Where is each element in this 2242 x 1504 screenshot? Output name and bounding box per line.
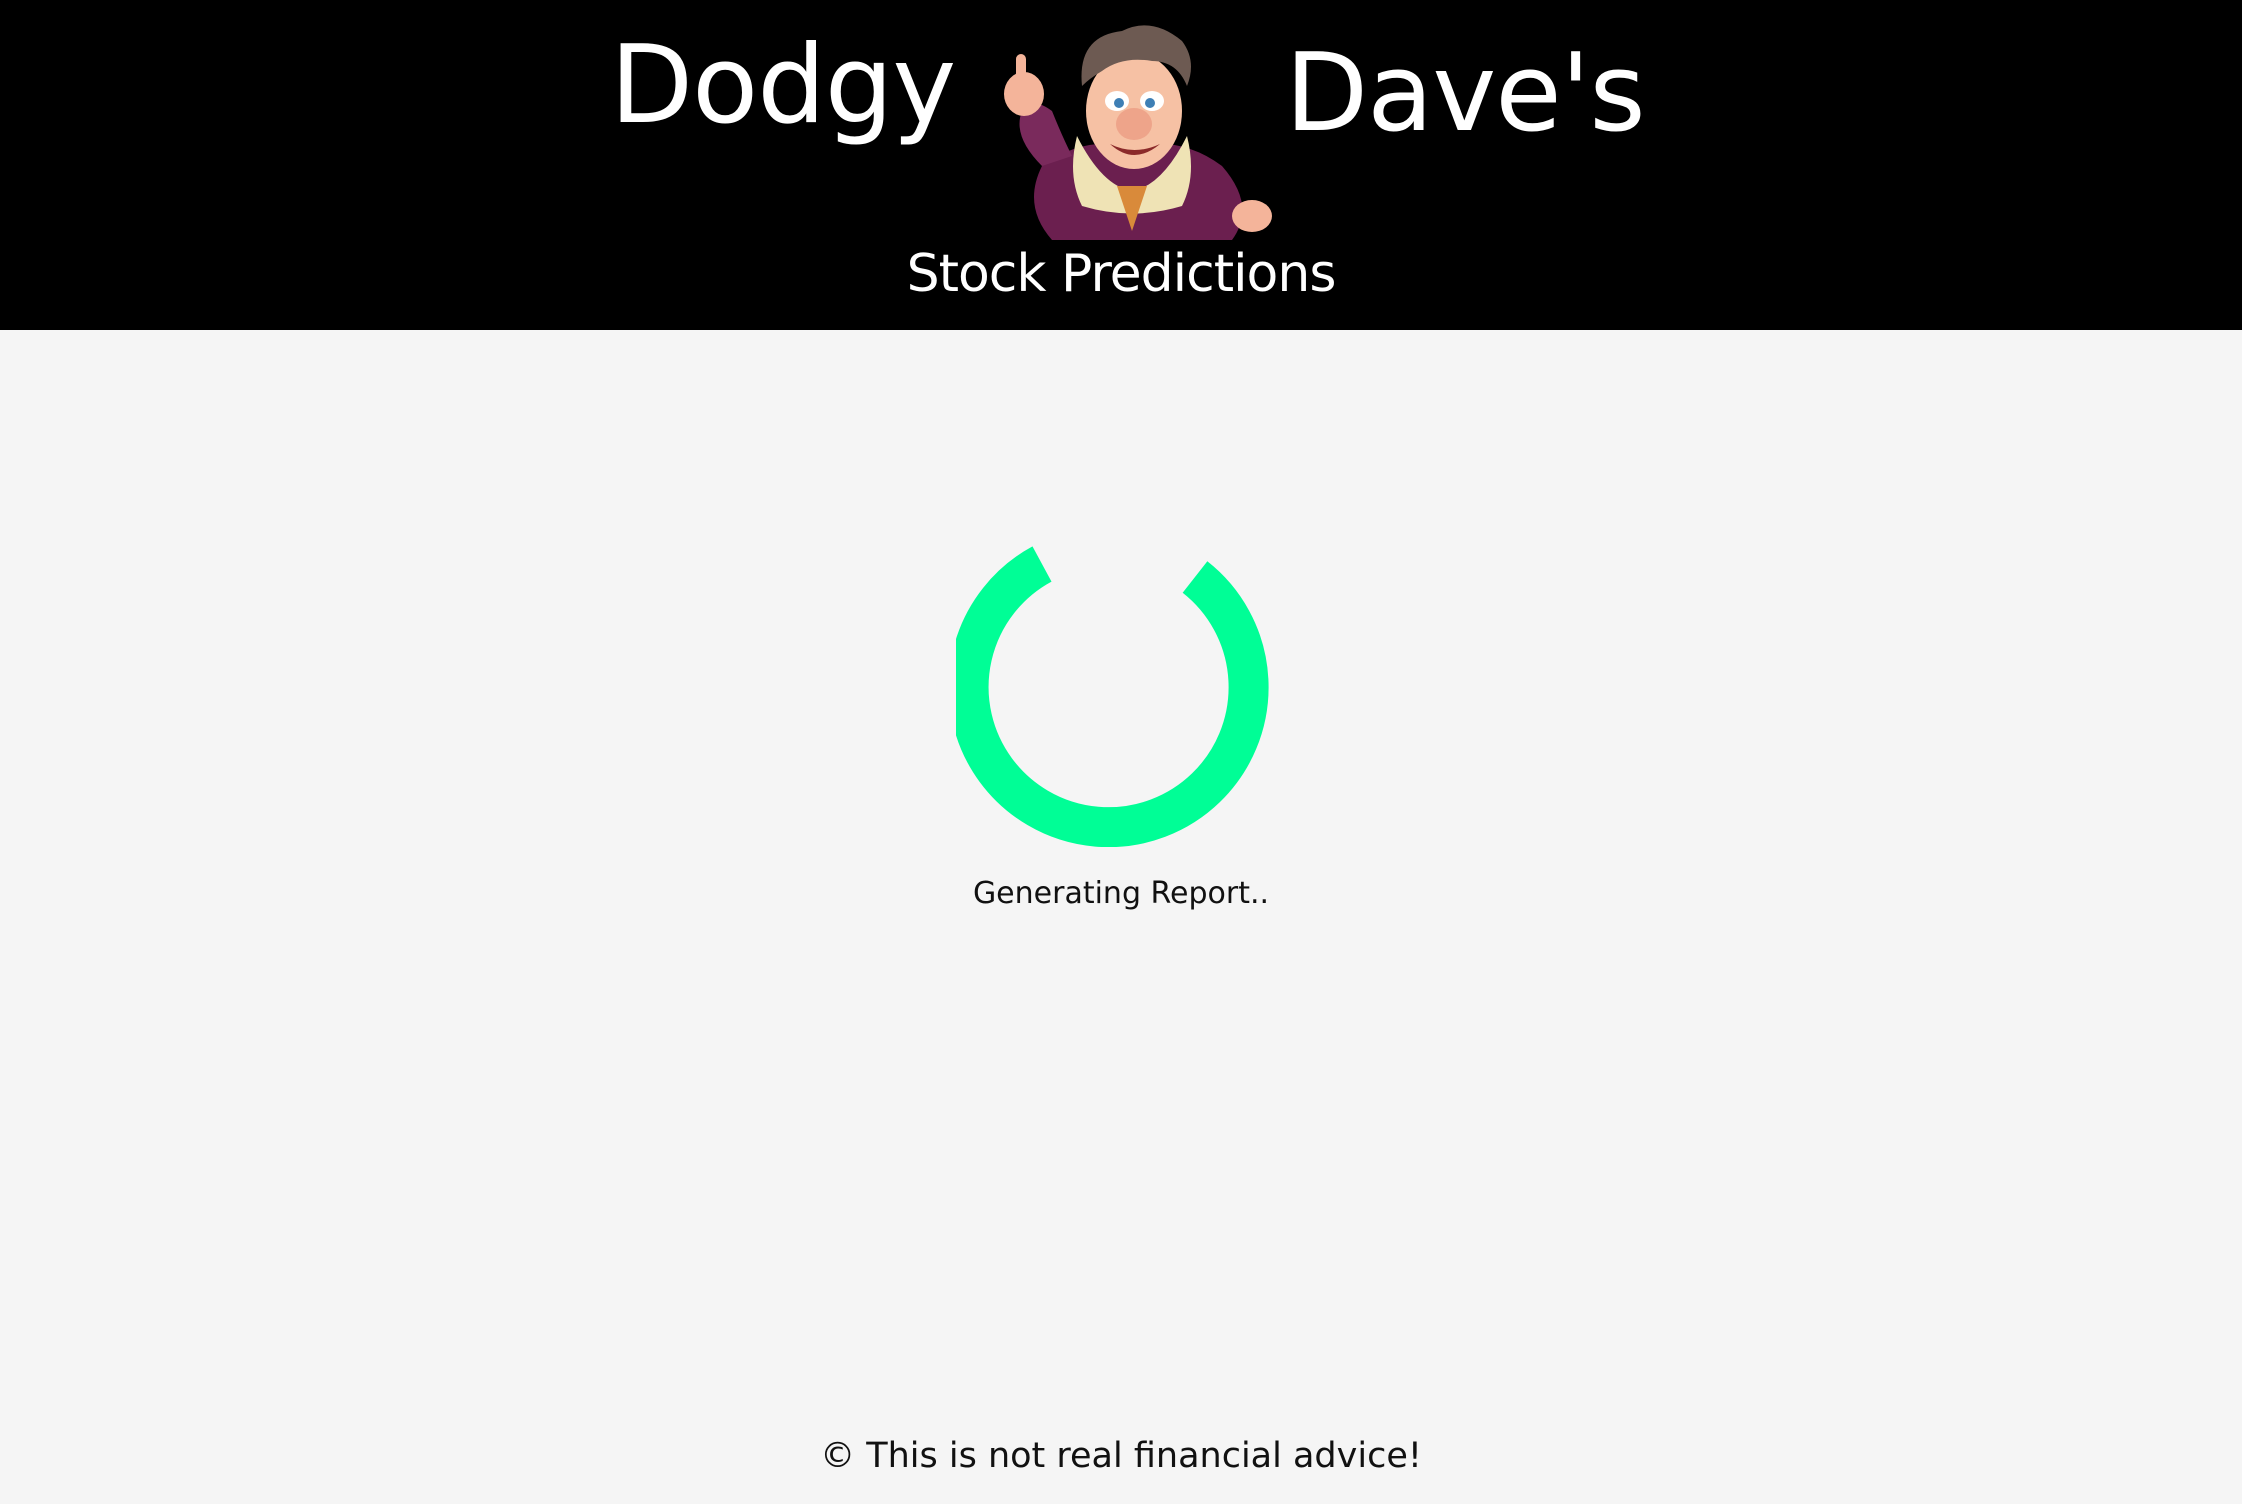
disclaimer-footer: © This is not real financial advice! bbox=[820, 1436, 1422, 1476]
logo-subtitle: Stock Predictions bbox=[906, 244, 1337, 304]
loading-panel bbox=[0, 330, 2242, 1504]
loading-spinner-icon bbox=[956, 546, 1269, 847]
mascot-logo-image bbox=[1004, 25, 1272, 240]
loading-status-text: Generating Report.. bbox=[972, 876, 1270, 911]
logo-word-daves: Dave's bbox=[1285, 31, 1646, 156]
site-header: Dodgy Dave's Stock Predictions bbox=[0, 0, 2242, 330]
logo-word-dodgy: Dodgy bbox=[610, 23, 956, 148]
